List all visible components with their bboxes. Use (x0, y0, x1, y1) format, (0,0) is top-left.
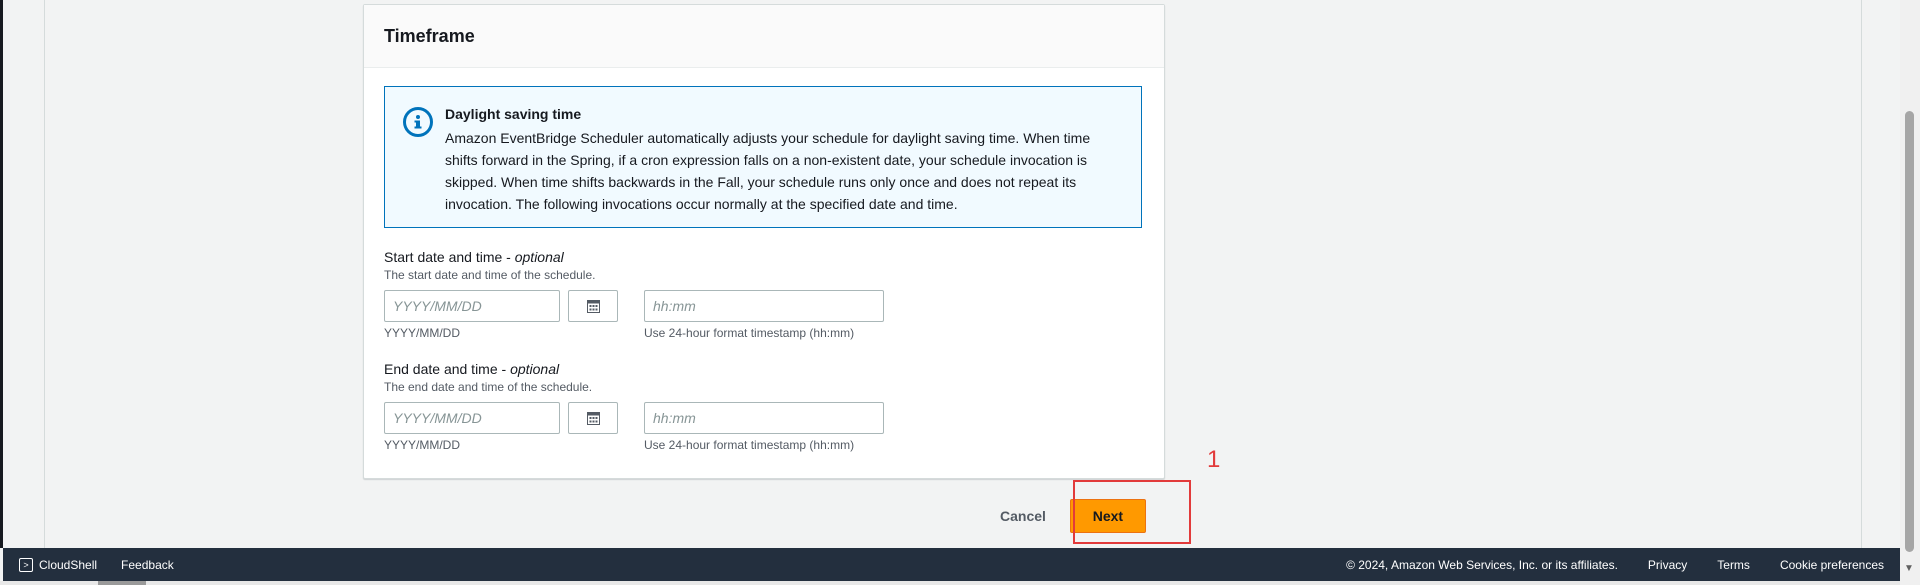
start-date-hint: YYYY/MM/DD (384, 326, 461, 340)
end-inputs-row: YYYY/MM/DD hh:mm (384, 402, 1144, 434)
alert-line-3: skipped. When time shifts backwards in t… (445, 174, 1077, 190)
card-body: Daylight saving time Amazon EventBridge … (364, 68, 1164, 452)
end-time-input[interactable]: hh:mm (644, 402, 884, 434)
start-calendar-button[interactable] (568, 290, 618, 322)
card-header: Timeframe (364, 5, 1164, 68)
taskbar-tab-indicator (98, 581, 146, 585)
info-icon (403, 107, 433, 137)
cookie-preferences-link[interactable]: Cookie preferences (1780, 558, 1884, 572)
end-description: The end date and time of the schedule. (384, 380, 593, 394)
copyright-text: © 2024, Amazon Web Services, Inc. or its… (1346, 557, 1618, 572)
scroll-down-arrow-icon[interactable]: ▼ (1904, 563, 1914, 574)
terminal-icon: > (19, 557, 33, 572)
end-date-input[interactable]: YYYY/MM/DD (384, 402, 560, 434)
timeframe-card: Timeframe Daylight saving time Amazon Ev… (363, 4, 1165, 479)
end-date-hint: YYYY/MM/DD (384, 438, 461, 452)
annotation-step-number: 1 (1207, 446, 1221, 473)
end-calendar-button[interactable] (568, 402, 618, 434)
end-datetime-field: End date and time - optional The end dat… (384, 360, 1144, 452)
cloudshell-label: CloudShell (39, 557, 98, 572)
end-time-hint: Use 24-hour format timestamp (hh:mm) (644, 438, 855, 452)
alert-line-2: shifts forward in the Spring, if a cron … (445, 152, 1088, 168)
end-optional-label: optional (510, 361, 560, 377)
alert-line-1: Amazon EventBridge Scheduler automatical… (445, 130, 1091, 146)
taskbar-strip (0, 581, 1900, 585)
window-left-edge (0, 0, 3, 548)
alert-title: Daylight saving time (445, 106, 582, 122)
end-label: End date and time - optional (384, 361, 560, 377)
start-hints: YYYY/MM/DD Use 24-hour format timestamp … (384, 326, 1144, 340)
end-hints: YYYY/MM/DD Use 24-hour format timestamp … (384, 438, 1144, 452)
alert-content: Daylight saving time Amazon EventBridge … (445, 105, 1090, 213)
start-time-input[interactable]: hh:mm (644, 290, 884, 322)
start-optional-label: optional (514, 249, 564, 265)
calendar-icon (586, 411, 600, 425)
start-date-input[interactable]: YYYY/MM/DD (384, 290, 560, 322)
alert-line-4: invocation. The following invocations oc… (445, 196, 958, 212)
feedback-link[interactable]: Feedback (121, 558, 174, 572)
start-datetime-field: Start date and time - optional The start… (384, 248, 1144, 340)
dst-info-alert: Daylight saving time Amazon EventBridge … (384, 86, 1142, 228)
calendar-icon (586, 299, 600, 313)
privacy-link[interactable]: Privacy (1648, 558, 1687, 572)
start-inputs-row: YYYY/MM/DD hh:mm (384, 290, 1144, 322)
footer-links: © 2024, Amazon Web Services, Inc. or its… (1346, 558, 1884, 572)
annotation-highlight-box (1073, 480, 1191, 544)
section-title: Timeframe (384, 25, 475, 46)
start-label: Start date and time - optional (384, 249, 564, 265)
cancel-button[interactable]: Cancel (1000, 508, 1046, 524)
terms-link[interactable]: Terms (1717, 558, 1750, 572)
console-footer: > CloudShell Feedback © 2024, Amazon Web… (3, 548, 1900, 581)
scrollbar-thumb[interactable] (1905, 111, 1914, 552)
start-time-hint: Use 24-hour format timestamp (hh:mm) (644, 326, 855, 340)
start-description: The start date and time of the schedule. (384, 268, 596, 282)
cloudshell-button[interactable]: > CloudShell (19, 557, 98, 572)
